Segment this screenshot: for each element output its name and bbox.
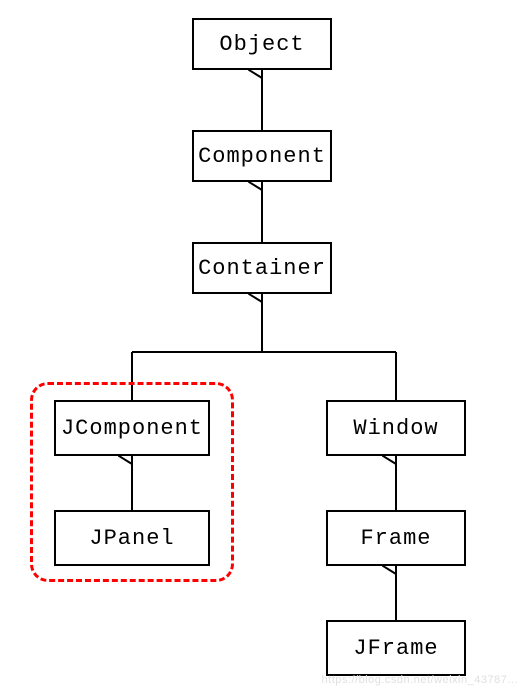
connector-layer: [0, 0, 522, 690]
node-jframe: JFrame: [326, 620, 466, 676]
node-jcomponent: JComponent: [54, 400, 210, 456]
node-label: Container: [198, 256, 326, 281]
node-label: JFrame: [353, 636, 438, 661]
node-label: JComponent: [61, 416, 203, 441]
node-label: Object: [219, 32, 304, 57]
node-container: Container: [192, 242, 332, 294]
node-window: Window: [326, 400, 466, 456]
node-label: Component: [198, 144, 326, 169]
node-component: Component: [192, 130, 332, 182]
node-jpanel: JPanel: [54, 510, 210, 566]
node-label: Frame: [360, 526, 431, 551]
node-object: Object: [192, 18, 332, 70]
node-label: JPanel: [89, 526, 174, 551]
node-frame: Frame: [326, 510, 466, 566]
watermark: https://blog.csdn.net/weixin_43787...: [322, 674, 518, 686]
node-label: Window: [353, 416, 438, 441]
